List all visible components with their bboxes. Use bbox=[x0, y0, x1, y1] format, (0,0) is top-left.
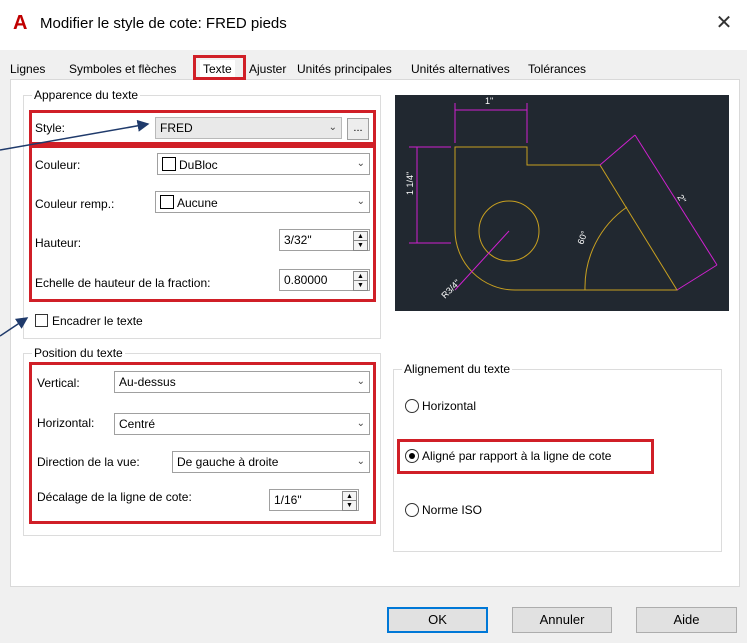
align-dimension-line-label: Aligné par rapport à la ligne de cote bbox=[422, 449, 612, 463]
chevron-down-icon: ⌄ bbox=[356, 456, 365, 467]
chevron-down-icon: ⌄ bbox=[328, 122, 337, 133]
color-select[interactable]: DuBloc ⌄ bbox=[157, 153, 370, 175]
arrow-to-style-icon bbox=[0, 119, 150, 151]
chevron-down-icon: ⌄ bbox=[356, 196, 365, 207]
annotation-arrows bbox=[0, 119, 150, 337]
align-horizontal-radio[interactable] bbox=[405, 399, 419, 413]
fraction-scale-spinner[interactable]: 0.80000 ▲ ▼ bbox=[279, 269, 370, 291]
horizontal-select[interactable]: Centré ⌄ bbox=[114, 413, 370, 435]
view-direction-select[interactable]: De gauche à droite ⌄ bbox=[172, 451, 370, 473]
ok-button[interactable]: OK bbox=[387, 607, 488, 633]
tab-ajuster[interactable]: Ajuster bbox=[249, 60, 286, 79]
chevron-down-icon: ⌄ bbox=[356, 376, 365, 387]
dimension-preview-drawing: 1" 1 1/4" 2" 60° R3/4" bbox=[405, 96, 718, 301]
tab-unites-alternatives[interactable]: Unités alternatives bbox=[411, 60, 510, 79]
spin-down-icon[interactable]: ▼ bbox=[342, 500, 357, 511]
spin-down-icon[interactable]: ▼ bbox=[353, 280, 368, 291]
preview-pane: 1" 1 1/4" 2" 60° R3/4" bbox=[395, 95, 729, 311]
preview-dim-top: 1" bbox=[485, 96, 493, 106]
close-icon[interactable]: ✕ bbox=[712, 11, 736, 35]
preview-dim-angle: 60° bbox=[575, 229, 589, 246]
horizontal-label: Horizontal: bbox=[37, 416, 95, 430]
tab-texte[interactable]: Texte bbox=[200, 60, 235, 79]
vertical-select[interactable]: Au-dessus ⌄ bbox=[114, 371, 370, 393]
height-spinner[interactable]: 3/32" ▲ ▼ bbox=[279, 229, 370, 251]
text-alignment-legend: Alignement du texte bbox=[402, 362, 513, 376]
preview-geometry bbox=[454, 146, 678, 291]
offset-spinner[interactable]: 1/16" ▲ ▼ bbox=[269, 489, 359, 511]
chevron-down-icon: ⌄ bbox=[356, 418, 365, 429]
align-iso-label: Norme ISO bbox=[422, 503, 483, 517]
help-button[interactable]: Aide bbox=[636, 607, 737, 633]
color-swatch-icon bbox=[160, 195, 174, 209]
preview-dim-radius: R3/4" bbox=[439, 278, 462, 301]
color-swatch-icon bbox=[162, 157, 176, 171]
spin-down-icon[interactable]: ▼ bbox=[353, 240, 368, 251]
text-position-legend: Position du texte bbox=[32, 346, 125, 360]
text-style-browse-button[interactable]: ... bbox=[347, 118, 369, 140]
fill-color-select[interactable]: Aucune ⌄ bbox=[155, 191, 370, 213]
align-dimension-line-radio[interactable] bbox=[405, 449, 419, 463]
chevron-down-icon: ⌄ bbox=[356, 158, 365, 169]
preview-dim-left: 1 1/4" bbox=[405, 172, 415, 195]
vertical-label: Vertical: bbox=[37, 376, 80, 390]
cancel-button[interactable]: Annuler bbox=[512, 607, 612, 633]
style-select[interactable]: FRED ⌄ bbox=[155, 117, 342, 139]
offset-label: Décalage de la ligne de cote: bbox=[37, 490, 192, 504]
view-direction-label: Direction de la vue: bbox=[37, 455, 140, 469]
tab-tolerances[interactable]: Tolérances bbox=[528, 60, 586, 79]
align-horizontal-label: Horizontal bbox=[422, 399, 477, 413]
tab-unites-principales[interactable]: Unités principales bbox=[297, 60, 392, 79]
dimension-style-dialog: A Modifier le style de cote: FRED pieds … bbox=[0, 0, 747, 643]
preview-dim-right: 2" bbox=[675, 193, 688, 205]
arrow-to-frame-icon bbox=[0, 317, 29, 337]
align-iso-radio[interactable] bbox=[405, 503, 419, 517]
